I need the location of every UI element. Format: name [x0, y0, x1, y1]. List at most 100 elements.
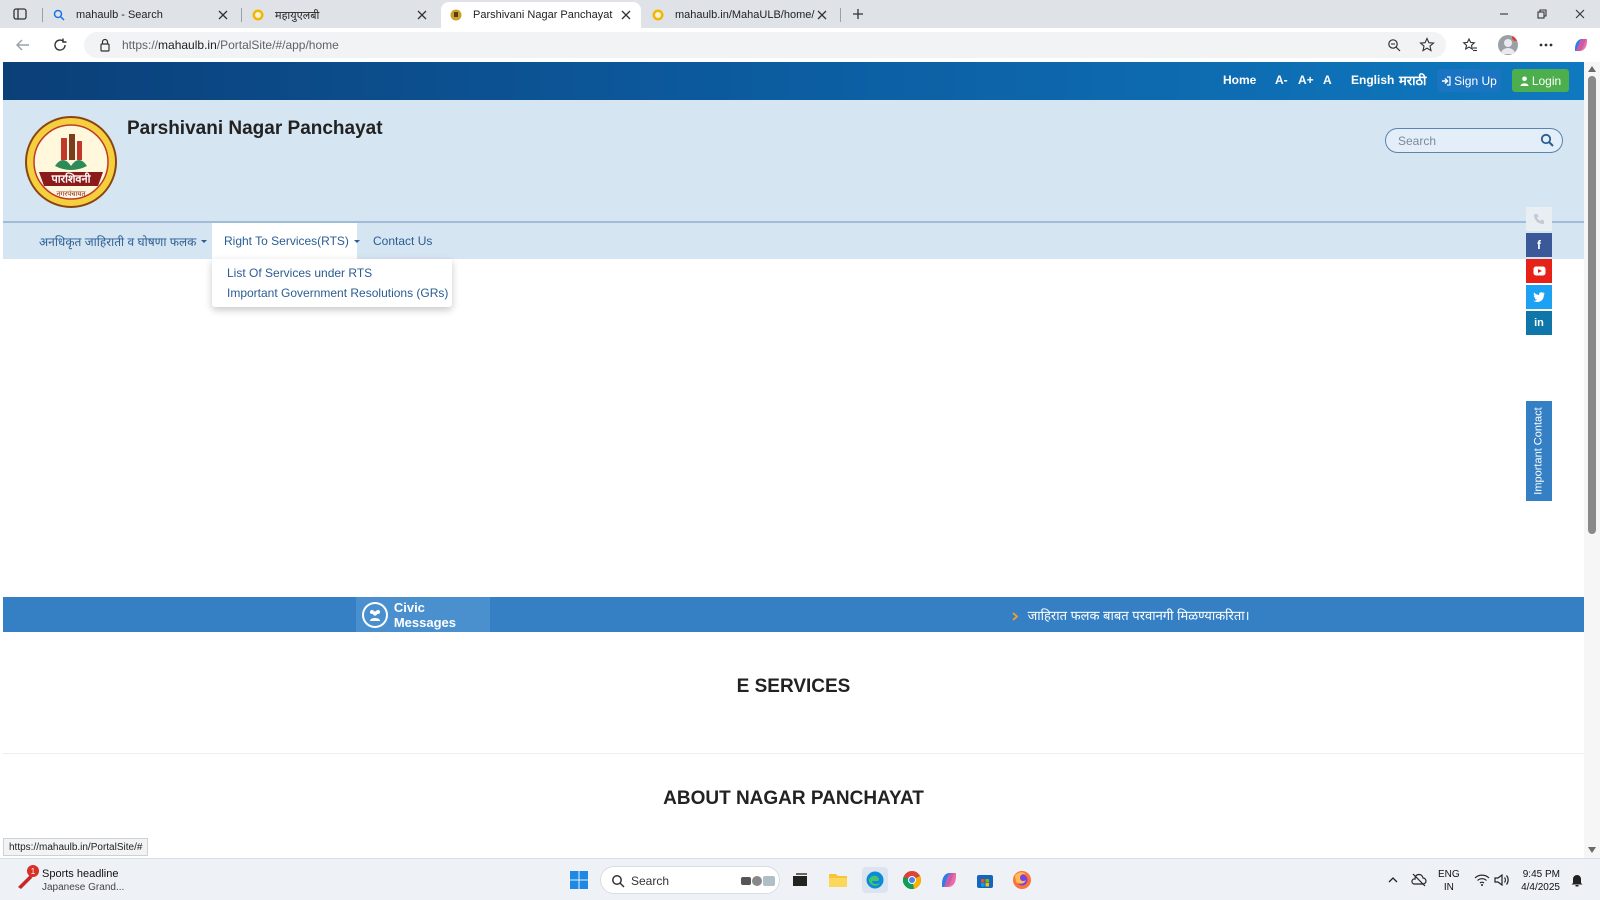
nav-item-label: अनधिकृत जाहिराती व घोषणा फलक — [39, 234, 197, 249]
sign-up-button[interactable]: Sign Up — [1437, 69, 1501, 92]
site-logo[interactable]: पारशिवनी नगरपंचायत — [25, 116, 117, 208]
scroll-down-icon[interactable] — [1588, 847, 1596, 853]
microsoft-store-icon[interactable] — [972, 867, 998, 893]
clock-date: 4/4/2025 — [1521, 882, 1560, 893]
nav-item-hoardings[interactable]: अनधिकृत जाहिराती व घोषणा फलक — [27, 223, 219, 259]
linkedin-link[interactable]: in — [1526, 311, 1552, 335]
browser-tab-search[interactable]: mahaulb - Search — [44, 2, 238, 28]
login-button[interactable]: Login — [1512, 69, 1569, 92]
windows-taskbar: 1 Sports headline Japanese Grand... Sear… — [0, 858, 1600, 900]
nav-item-contact-us[interactable]: Contact Us — [361, 223, 444, 259]
caret-down-icon — [353, 239, 360, 243]
youtube-icon — [1533, 266, 1546, 276]
close-icon[interactable] — [815, 8, 829, 22]
tab-title: Parshivani Nagar Panchayat — [473, 9, 613, 21]
linkedin-icon: in — [1534, 317, 1544, 329]
windows-start-icon[interactable] — [566, 867, 592, 893]
tab-separator — [241, 8, 242, 22]
people-icon — [362, 601, 388, 628]
home-link[interactable]: Home — [1223, 73, 1256, 87]
news-badge: 1 — [27, 865, 39, 877]
window-close-icon[interactable] — [1570, 5, 1590, 23]
browser-tab-strip: mahaulb - Search महायुएलबी Parshivani Na… — [0, 0, 1600, 28]
nav-item-rts[interactable]: Right To Services(RTS) — [212, 223, 360, 259]
firefox-icon[interactable] — [1009, 867, 1035, 893]
favorites-icon[interactable] — [1460, 36, 1480, 54]
sign-in-icon — [1441, 75, 1451, 86]
news-widget[interactable]: 1 Sports headline Japanese Grand... — [14, 865, 144, 895]
phone-link[interactable] — [1526, 207, 1552, 231]
chevron-up-icon[interactable] — [1384, 871, 1402, 889]
notification-dot — [1512, 35, 1518, 41]
sign-up-label: Sign Up — [1454, 73, 1497, 88]
user-icon — [1520, 76, 1529, 86]
zoom-icon[interactable] — [1386, 37, 1402, 53]
more-menu-icon[interactable] — [1536, 36, 1556, 54]
chrome-icon[interactable] — [899, 867, 925, 893]
input-language[interactable]: ENG IN — [1438, 868, 1460, 894]
site-favicon-icon — [251, 8, 265, 22]
wifi-icon[interactable] — [1473, 871, 1491, 889]
system-clock[interactable]: 9:45 PM 4/4/2025 — [1516, 868, 1560, 894]
search-input[interactable] — [1396, 132, 1536, 149]
browser-tab-parshivani[interactable]: Parshivani Nagar Panchayat — [441, 2, 641, 28]
news-title: Sports headline — [42, 868, 119, 880]
dropdown-item-rts-services[interactable]: List Of Services under RTS — [227, 266, 372, 280]
dropdown-item-government-resolutions[interactable]: Important Government Resolutions (GRs) — [227, 286, 448, 300]
close-icon[interactable] — [415, 8, 429, 22]
civic-message-ticker[interactable]: जाहिरात फलक बाबत परवानगी मिळण्याकरिता। — [1012, 606, 1250, 624]
restore-icon[interactable] — [1532, 5, 1552, 23]
task-view-icon[interactable] — [787, 867, 813, 893]
about-heading: ABOUT NAGAR PANCHAYAT — [663, 788, 924, 809]
lock-icon[interactable] — [98, 38, 112, 52]
browser-tab-mahaulb[interactable]: महायुएलबी — [243, 2, 437, 28]
important-contact-tab[interactable]: Important Contact — [1526, 401, 1552, 501]
close-icon[interactable] — [619, 8, 633, 22]
clock-time: 9:45 PM — [1522, 869, 1560, 880]
tab-title: mahaulb - Search — [76, 9, 163, 21]
youtube-link[interactable] — [1526, 259, 1552, 283]
rts-dropdown-menu: List Of Services under RTS Important Gov… — [212, 259, 452, 307]
facebook-link[interactable]: f — [1526, 233, 1552, 257]
scroll-up-icon[interactable] — [1588, 66, 1596, 72]
taskbar-search[interactable]: Search — [600, 866, 780, 894]
nav-item-label: Contact Us — [373, 234, 433, 248]
font-larger-button[interactable]: A+ — [1298, 73, 1314, 87]
marathi-language-link[interactable]: मराठी — [1399, 71, 1426, 89]
notification-bell-icon[interactable] — [1568, 871, 1586, 889]
taskbar-search-label: Search — [631, 874, 670, 888]
browser-tab-mahaulb-home[interactable]: mahaulb.in/MahaULB/home/ulbl — [643, 2, 837, 28]
top-utility-bar: Home A- A+ A English मराठी Sign Up Login — [3, 62, 1584, 100]
volume-icon[interactable] — [1493, 871, 1511, 889]
english-language-link[interactable]: English — [1351, 73, 1394, 87]
font-normal-button[interactable]: A — [1323, 73, 1332, 87]
search-icon — [611, 874, 625, 888]
civic-messages-label: Civic Messages — [356, 597, 490, 632]
address-bar[interactable]: https://mahaulb.in/PortalSite/#/app/home — [84, 32, 1446, 58]
favorite-star-icon[interactable] — [1419, 37, 1435, 53]
refresh-icon[interactable] — [49, 35, 71, 55]
page-scrollbar[interactable] — [1584, 62, 1600, 858]
facebook-icon: f — [1537, 238, 1541, 252]
minimize-icon[interactable] — [1494, 5, 1514, 23]
profile-avatar[interactable] — [1498, 35, 1518, 55]
search-icon[interactable] — [1540, 133, 1554, 147]
caret-down-icon — [201, 239, 208, 243]
section-divider — [3, 753, 1584, 754]
login-label: Login — [1531, 73, 1562, 88]
twitter-icon — [1533, 292, 1545, 302]
site-header: पारशिवनी नगरपंचायत Parshivani Nagar Panc… — [3, 100, 1584, 223]
new-tab-icon[interactable] — [848, 5, 868, 23]
edge-browser-icon[interactable] — [862, 867, 888, 893]
file-explorer-icon[interactable] — [825, 867, 851, 893]
font-smaller-button[interactable]: A- — [1275, 73, 1288, 87]
logo-subtext: नगरपंचायत — [57, 190, 87, 198]
copilot-app-icon[interactable] — [936, 867, 962, 893]
scroll-thumb[interactable] — [1588, 76, 1596, 534]
copilot-icon[interactable] — [1571, 36, 1591, 54]
onedrive-off-icon[interactable] — [1410, 871, 1428, 889]
tab-actions-icon[interactable] — [8, 4, 32, 24]
close-icon[interactable] — [216, 8, 230, 22]
twitter-link[interactable] — [1526, 285, 1552, 309]
back-icon[interactable] — [12, 35, 34, 55]
